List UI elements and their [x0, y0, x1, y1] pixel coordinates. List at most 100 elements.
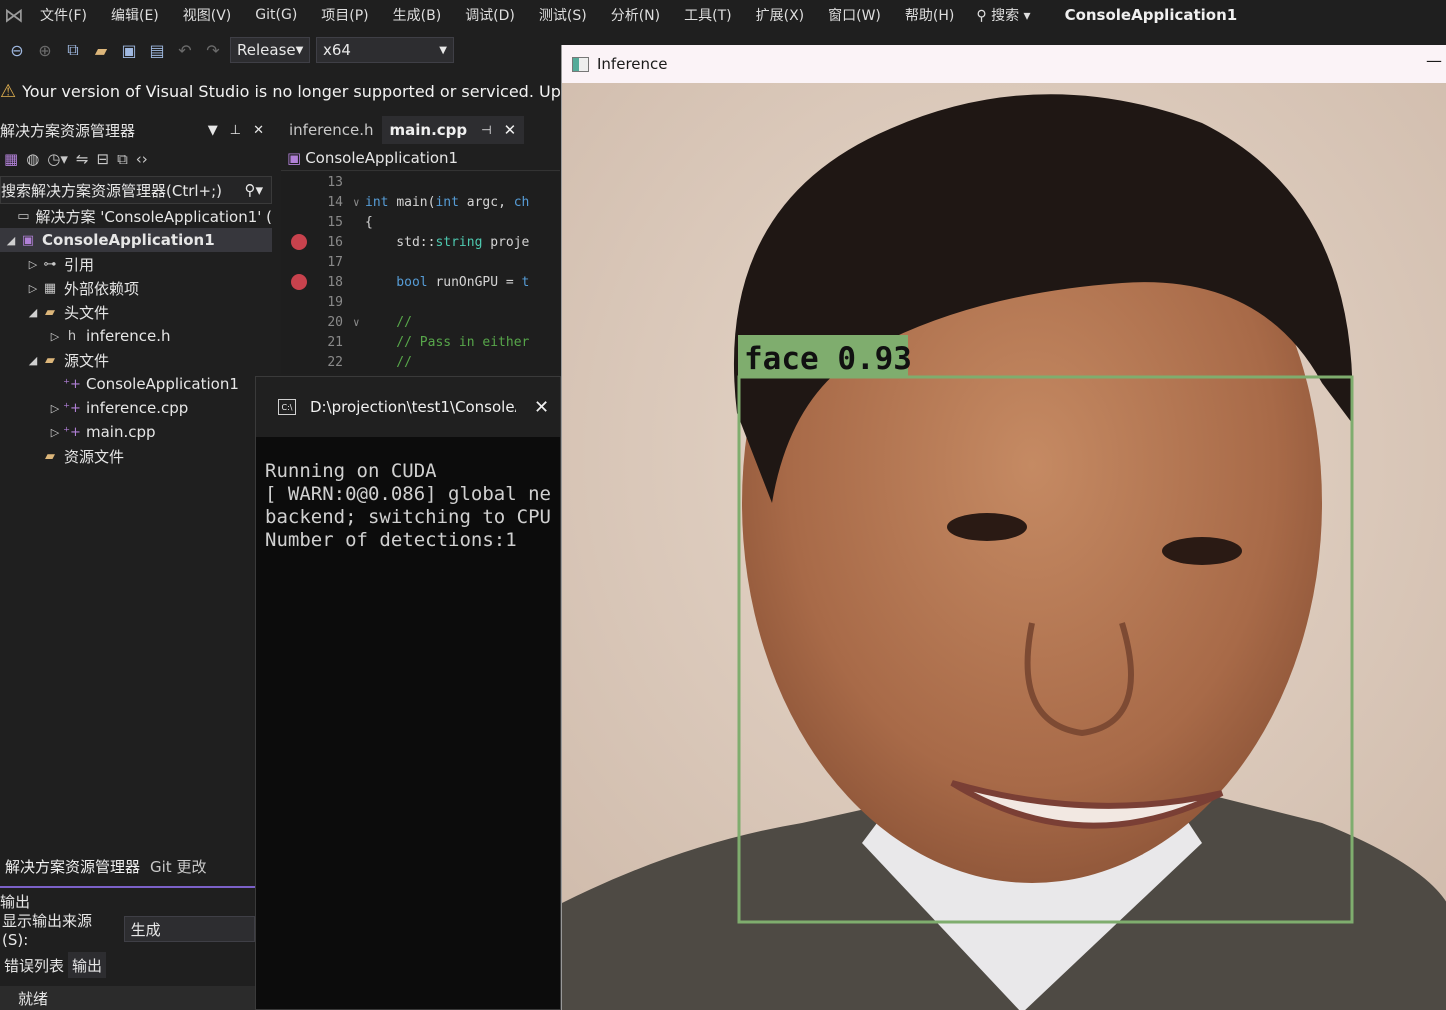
back-icon[interactable]: ⊖ — [6, 41, 28, 60]
editor-navigation-bar[interactable]: ▣ ConsoleApplication1 — [281, 145, 560, 171]
menu-debug[interactable]: 调试(D) — [453, 5, 527, 25]
tree-item-label: inference.h — [86, 327, 171, 345]
tree-item[interactable]: ▷ ⁺+ main.cpp — [0, 420, 272, 444]
code-line[interactable]: 15 { — [281, 212, 560, 232]
expand-arrow-icon[interactable]: ▷ — [48, 426, 62, 439]
code-line[interactable]: 19 — [281, 292, 560, 312]
code-line[interactable]: 16 std::string proje — [281, 232, 560, 252]
redo-icon[interactable]: ↷ — [202, 41, 224, 60]
expand-arrow-icon[interactable]: ▷ — [26, 282, 40, 295]
code-line[interactable]: 22 // — [281, 352, 560, 372]
tree-item[interactable]: ▷ h inference.h — [0, 324, 272, 348]
expand-arrow-icon[interactable]: ◢ — [26, 354, 40, 367]
save-icon[interactable]: ▣ — [118, 41, 140, 60]
minimize-icon[interactable]: — — [1426, 51, 1442, 70]
forward-icon[interactable]: ⊕ — [34, 41, 56, 60]
breakpoint-icon[interactable] — [291, 234, 307, 250]
menu-view[interactable]: 视图(V) — [171, 5, 244, 25]
save-all-icon[interactable]: ▤ — [146, 41, 168, 60]
code-token: // Pass in either — [365, 334, 530, 350]
sync-icon[interactable]: ⇋ — [76, 150, 89, 168]
search-button[interactable]: ⚲ 搜索 ▾ — [966, 5, 1040, 25]
code-token: std:: — [365, 234, 436, 250]
tree-item[interactable]: ⁺+ ConsoleApplication1 — [0, 372, 272, 396]
collapse-all-icon[interactable]: ⊟ — [96, 150, 109, 168]
code-view-icon[interactable]: ‹› — [136, 150, 148, 168]
undo-icon[interactable]: ↶ — [174, 41, 196, 60]
code-text: // Pass in either — [365, 335, 529, 350]
tab-main-cpp[interactable]: main.cpp ⊣ ✕ — [381, 116, 525, 144]
close-tab-icon[interactable]: ✕ — [504, 121, 517, 139]
menu-analyze[interactable]: 分析(N) — [599, 5, 672, 25]
code-line[interactable]: 20 ∨ // — [281, 312, 560, 332]
code-line[interactable]: 14 ∨ int main(int argc, ch — [281, 192, 560, 212]
code-line[interactable]: 21 // Pass in either — [281, 332, 560, 352]
history-icon[interactable]: ◷▾ — [47, 150, 68, 168]
switch-views-icon[interactable]: ▦ — [4, 150, 18, 168]
show-all-files-icon[interactable]: ⧉ — [117, 150, 128, 168]
expand-arrow-icon[interactable]: ◢ — [26, 306, 40, 319]
tree-item[interactable]: ◢ ▰ 头文件 — [0, 300, 272, 324]
menu-window[interactable]: 窗口(W) — [816, 5, 893, 25]
breakpoint-gutter[interactable] — [281, 274, 317, 290]
menu-test[interactable]: 测试(S) — [527, 5, 599, 25]
tab-git-changes[interactable]: Git 更改 — [145, 852, 211, 880]
tree-item[interactable]: ◢ ▰ 源文件 — [0, 348, 272, 372]
inference-title: Inference — [597, 55, 668, 73]
menu-git[interactable]: Git(G) — [243, 7, 309, 23]
tree-item[interactable]: ▰ 资源文件 — [0, 444, 272, 468]
tree-item-label: 外部依赖项 — [64, 279, 140, 298]
tree-item[interactable]: ▭ 解决方案 'ConsoleApplication1' ( — [0, 204, 272, 228]
tab-inference-h[interactable]: inference.h — [281, 116, 382, 144]
menu-bar: ⋈ 文件(F) 编辑(E) 视图(V) Git(G) 项目(P) 生成(B) 调… — [0, 0, 1446, 30]
expand-arrow-icon[interactable]: ▷ — [26, 258, 40, 271]
menu-tools[interactable]: 工具(T) — [672, 5, 743, 25]
expand-arrow-icon[interactable]: ▷ — [48, 402, 62, 415]
menu-edit[interactable]: 编辑(E) — [99, 5, 171, 25]
tab-solution-explorer[interactable]: 解决方案资源管理器 — [0, 852, 145, 880]
external-deps-icon: ▦ — [43, 280, 57, 296]
open-folder-icon[interactable]: ▰ — [90, 41, 112, 60]
fold-toggle-icon[interactable]: ∨ — [353, 196, 365, 209]
menu-extensions[interactable]: 扩展(X) — [744, 5, 817, 25]
expand-arrow-icon[interactable]: ◢ — [4, 234, 18, 247]
menu-help[interactable]: 帮助(H) — [893, 5, 966, 25]
code-token: string — [435, 234, 491, 250]
line-number: 16 — [327, 234, 343, 250]
code-line[interactable]: 13 — [281, 172, 560, 192]
expand-arrow-icon[interactable]: ▷ — [48, 330, 62, 343]
inference-window[interactable]: Inference — face 0.93 — [561, 45, 1446, 1010]
console-titlebar[interactable]: C:\ D:\projection\test1\ConsoleAp ✕ — [256, 377, 560, 437]
tree-item[interactable]: ▷ ⊶ 引用 — [0, 252, 272, 276]
tab-error-list[interactable]: 错误列表 — [0, 952, 68, 978]
platform-dropdown[interactable]: x64 ▼ — [316, 37, 454, 63]
code-editor[interactable]: 13 14 ∨ int main(int argc, ch 15{16 std::str… — [281, 172, 560, 374]
menu-project[interactable]: 项目(P) — [309, 5, 380, 25]
pin-icon[interactable]: ⊣ — [481, 123, 491, 137]
project-icon: ▣ — [287, 148, 302, 167]
tree-item[interactable]: ◢ ▣ ConsoleApplication1 — [0, 228, 272, 252]
close-icon[interactable]: ✕ — [253, 123, 264, 138]
close-icon[interactable]: ✕ — [534, 397, 549, 418]
inference-titlebar[interactable]: Inference — — [562, 45, 1446, 83]
code-line[interactable]: 18 bool runOnGPU = t — [281, 272, 560, 292]
tree-item-label: 解决方案 'ConsoleApplication1' ( — [35, 207, 272, 226]
code-line[interactable]: 17 — [281, 252, 560, 272]
configuration-dropdown[interactable]: Release ▼ — [230, 37, 310, 63]
home-icon[interactable]: ◍ — [26, 150, 39, 168]
tab-output[interactable]: 输出 — [68, 952, 107, 978]
console-window[interactable]: C:\ D:\projection\test1\ConsoleAp ✕ Runn… — [255, 376, 561, 1010]
menu-file[interactable]: 文件(F) — [28, 5, 99, 25]
tree-item[interactable]: ▷ ⁺+ inference.cpp — [0, 396, 272, 420]
panel-dropdown-icon[interactable]: ▼ — [208, 123, 218, 138]
new-project-icon[interactable]: ⧉ — [62, 40, 84, 60]
fold-toggle-icon[interactable]: ∨ — [353, 316, 365, 329]
solution-search-input[interactable]: 搜索解决方案资源管理器(Ctrl+;) ⚲▾ — [0, 176, 272, 204]
menu-build[interactable]: 生成(B) — [381, 5, 454, 25]
breakpoint-gutter[interactable] — [281, 234, 317, 250]
tree-item[interactable]: ▷ ▦ 外部依赖项 — [0, 276, 272, 300]
pin-icon[interactable]: ⊥ — [230, 123, 241, 138]
folder-icon: ▰ — [45, 448, 55, 464]
output-source-dropdown[interactable]: 生成 — [123, 916, 255, 942]
breakpoint-icon[interactable] — [291, 274, 307, 290]
